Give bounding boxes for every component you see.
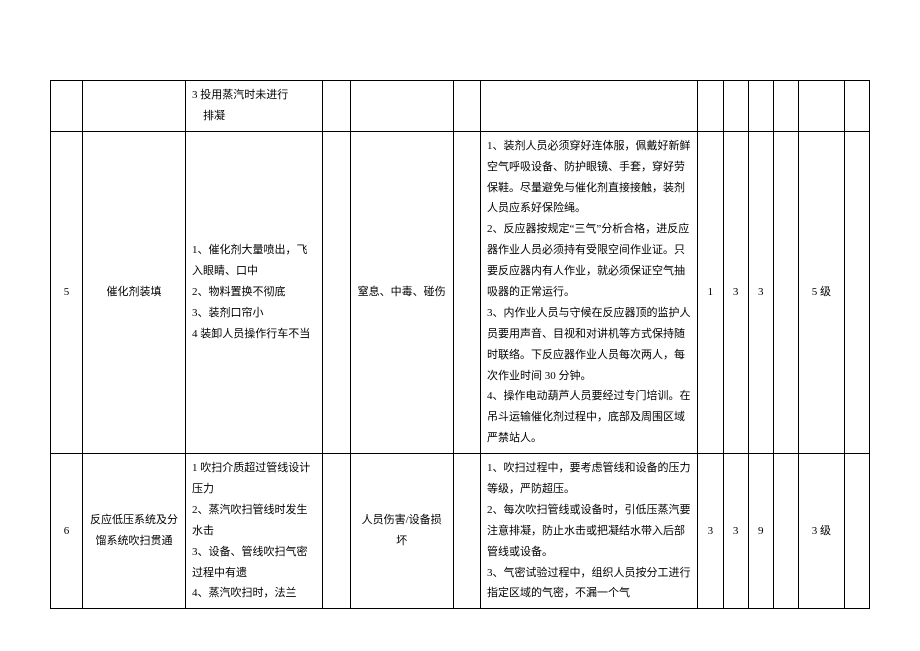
blank-cell	[773, 454, 798, 609]
consequence-cell: 人员伤害/设备损坏	[350, 454, 453, 609]
risk-table: 3 投用蒸汽时未进行排凝5催化剂装填1、催化剂大量喷出，飞入眼睛、口中2、物料置…	[50, 80, 870, 609]
score2-cell: 3	[723, 454, 748, 609]
row-id: 5	[51, 131, 83, 453]
row-id	[51, 81, 83, 132]
measure-cell: 1、装剂人员必须穿好连体服，佩戴好新鲜空气呼吸设备、防护眼镜、手套，穿好劳保鞋。…	[481, 131, 698, 453]
table-row: 5催化剂装填1、催化剂大量喷出，飞入眼睛、口中2、物料置换不彻底3、装剂口帘小4…	[51, 131, 870, 453]
blank-cell	[773, 81, 798, 132]
blank-cell	[323, 81, 350, 132]
blank-cell	[453, 131, 480, 453]
blank-cell	[844, 454, 869, 609]
score2-cell: 3	[723, 131, 748, 453]
level-cell: 5 级	[798, 131, 844, 453]
level-cell: 3 级	[798, 454, 844, 609]
step-cell: 反应低压系统及分馏系统吹扫贯通	[83, 454, 186, 609]
consequence-cell: 窒息、中毒、碰伤	[350, 131, 453, 453]
step-cell: 催化剂装填	[83, 131, 186, 453]
score3-cell: 9	[748, 454, 773, 609]
blank-cell	[323, 454, 350, 609]
cause-cell: 1、催化剂大量喷出，飞入眼睛、口中2、物料置换不彻底3、装剂口帘小4 装卸人员操…	[185, 131, 322, 453]
blank-cell	[844, 131, 869, 453]
score3-cell	[748, 81, 773, 132]
score3-cell: 3	[748, 131, 773, 453]
score1-cell: 3	[698, 454, 723, 609]
blank-cell	[773, 131, 798, 453]
score1-cell	[698, 81, 723, 132]
score1-cell: 1	[698, 131, 723, 453]
blank-cell	[453, 81, 480, 132]
cause-cell: 1 吹扫介质超过管线设计压力2、蒸汽吹扫管线时发生水击3、设备、管线吹扫气密过程…	[185, 454, 322, 609]
consequence-cell	[350, 81, 453, 132]
blank-cell	[323, 131, 350, 453]
measure-cell: 1、吹扫过程中，要考虑管线和设备的压力等级，严防超压。2、每次吹扫管线或设备时，…	[481, 454, 698, 609]
level-cell	[798, 81, 844, 132]
table-row: 6反应低压系统及分馏系统吹扫贯通1 吹扫介质超过管线设计压力2、蒸汽吹扫管线时发…	[51, 454, 870, 609]
cause-cell: 3 投用蒸汽时未进行排凝	[185, 81, 322, 132]
score2-cell	[723, 81, 748, 132]
blank-cell	[453, 454, 480, 609]
table-row: 3 投用蒸汽时未进行排凝	[51, 81, 870, 132]
step-cell	[83, 81, 186, 132]
row-id: 6	[51, 454, 83, 609]
blank-cell	[844, 81, 869, 132]
measure-cell	[481, 81, 698, 132]
